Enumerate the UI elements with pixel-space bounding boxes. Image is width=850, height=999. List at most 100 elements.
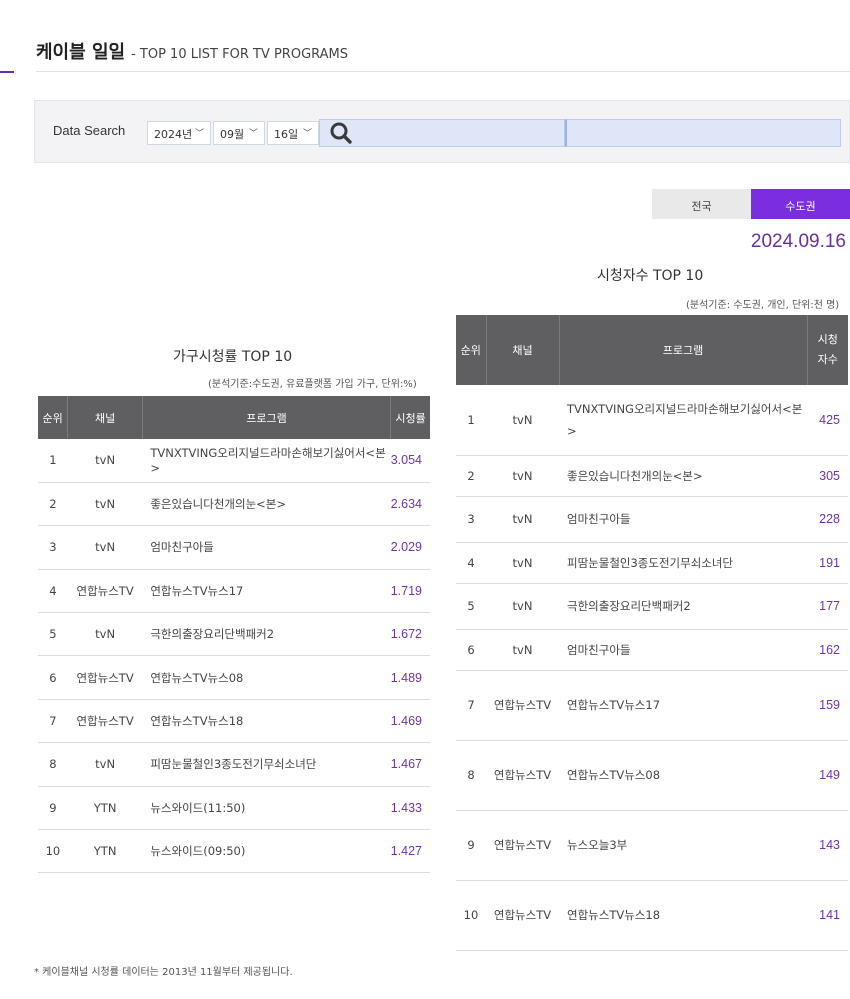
cell-value: 162 [807, 629, 848, 671]
household-table-title: 가구시청률 TOP 10 [173, 349, 293, 365]
cell-rank: 6 [38, 655, 68, 700]
household-table-body: 1 tvN TVNXTVING오리지널드라마손해보기싫어서<본> 3.054 2 tvN 좋… [38, 439, 430, 874]
table-row: 5 tvN 극한의출장요리단백패커2 177 [456, 583, 848, 630]
table-row: 8 연합뉴스TV 연합뉴스TV뉴스08 149 [456, 740, 848, 811]
table-row: 6 tvN 엄마친구아들 162 [456, 629, 848, 671]
cell-value: 425 [807, 385, 848, 456]
header-rank: 순위 [456, 315, 486, 385]
cell-value: 228 [807, 496, 848, 543]
cell-rank: 8 [38, 742, 68, 787]
cell-rank: 2 [38, 482, 68, 527]
year-select[interactable]: 2024년 ﹀ [147, 121, 211, 145]
selected-date: 2024.09.16 [750, 231, 846, 252]
cell-rank: 3 [456, 496, 486, 543]
chevron-down-icon: ﹀ [248, 129, 258, 139]
tab-capital-area[interactable]: 수도권 [751, 189, 850, 219]
cell-rank: 10 [456, 880, 486, 951]
cell-program: 연합뉴스TV뉴스17 [559, 670, 807, 741]
search-field-right[interactable] [565, 119, 841, 147]
footnote: * 케이블채널 시청률 데이터는 2013년 11월부터 제공됩니다. [34, 967, 293, 978]
table-row: 8 tvN 피땀눈물철인3종도전기무쇠소녀단 1.467 [38, 742, 430, 787]
cell-program: 피땀눈물철인3종도전기무쇠소녀단 [142, 742, 391, 787]
cell-program: 엄마친구아들 [559, 496, 807, 543]
cell-rank: 9 [456, 810, 486, 881]
cell-value: 2.634 [390, 482, 430, 527]
cell-program: 극한의출장요리단백패커2 [559, 583, 807, 630]
cell-rank: 10 [38, 829, 68, 874]
cell-channel: YTN [67, 829, 143, 874]
cell-value: 3.054 [390, 439, 430, 483]
table-row: 4 연합뉴스TV 연합뉴스TV뉴스17 1.719 [38, 569, 430, 614]
cell-rank: 1 [38, 439, 68, 483]
cell-program: TVNXTVING오리지널드라마손해보기싫어서<본> [559, 385, 807, 456]
page-subtitle: - TOP 10 LIST FOR TV PROGRAMS [131, 47, 349, 62]
month-select-value: 09월 [220, 128, 245, 141]
cell-value: 191 [807, 542, 848, 584]
cell-value: 1.672 [390, 612, 430, 657]
cell-channel: 연합뉴스TV [486, 880, 559, 951]
cell-value: 2.029 [390, 525, 430, 570]
table-row: 10 연합뉴스TV 연합뉴스TV뉴스18 141 [456, 880, 848, 951]
data-search-label: Data Search [53, 123, 126, 138]
cell-channel: 연합뉴스TV [486, 740, 559, 811]
cell-rank: 4 [38, 569, 68, 614]
cell-rank: 3 [38, 525, 68, 570]
cell-program: 극한의출장요리단백패커2 [142, 612, 391, 657]
cell-channel: 연합뉴스TV [67, 699, 143, 744]
cell-channel: 연합뉴스TV [486, 670, 559, 741]
cell-program: 연합뉴스TV뉴스17 [142, 569, 391, 614]
household-table-note: (분석기준:수도권, 유료플랫폼 가입 가구, 단위:%) [208, 379, 417, 390]
cell-program: 뉴스와이드(11:50) [142, 786, 391, 831]
chevron-down-icon: ﹀ [194, 129, 204, 139]
header-channel: 채널 [485, 315, 559, 385]
table-row: 3 tvN 엄마친구아들 228 [456, 496, 848, 543]
day-select[interactable]: 16일 ﹀ [267, 121, 319, 145]
cell-value: 1.467 [390, 742, 430, 787]
viewers-table-note: (분석기준: 수도권, 개인, 단위:천 명) [686, 300, 840, 311]
cell-value: 1.489 [390, 655, 430, 700]
cell-program: 뉴스오늘3부 [559, 810, 807, 881]
cell-program: 뉴스와이드(09:50) [142, 829, 391, 874]
cell-program: 좋은있습니다천개의눈<본> [559, 455, 807, 497]
cell-channel: 연합뉴스TV [486, 810, 559, 881]
cell-value: 305 [807, 455, 848, 497]
header-program: 프로그램 [141, 396, 391, 439]
table-row: 2 tvN 좋은있습니다천개의눈<본> 2.634 [38, 482, 430, 527]
cell-channel: tvN [486, 542, 559, 584]
cell-value: 177 [807, 583, 848, 630]
cell-value: 1.433 [390, 786, 430, 831]
cell-channel: tvN [67, 612, 143, 657]
header-viewers: 시청자수 [806, 315, 848, 385]
cell-value: 1.469 [390, 699, 430, 744]
table-row: 7 연합뉴스TV 연합뉴스TV뉴스17 159 [456, 670, 848, 741]
table-header-row: 순위 채널 프로그램 시청자수 [456, 315, 848, 385]
cell-program: 연합뉴스TV뉴스08 [142, 655, 391, 700]
page-title-row: 케이블 일일 - TOP 10 LIST FOR TV PROGRAMS [36, 38, 348, 68]
search-button[interactable] [327, 120, 357, 146]
cell-rank: 2 [456, 455, 486, 497]
month-select[interactable]: 09월 ﹀ [213, 121, 265, 145]
cell-value: 1.719 [390, 569, 430, 614]
table-row: 10 YTN 뉴스와이드(09:50) 1.427 [38, 829, 430, 874]
tab-nationwide[interactable]: 전국 [652, 189, 751, 219]
household-ratings-table: 순위 채널 프로그램 시청률 1 tvN TVNXTVING오리지널드라마손해보기싫… [38, 396, 430, 874]
cell-rank: 7 [38, 699, 68, 744]
table-row: 9 YTN 뉴스와이드(11:50) 1.433 [38, 786, 430, 831]
cell-value: 1.427 [390, 829, 430, 874]
cell-rank: 9 [38, 786, 68, 831]
header-program: 프로그램 [558, 315, 807, 385]
header-channel: 채널 [67, 396, 143, 439]
cell-program: 엄마친구아들 [559, 629, 807, 671]
table-row: 9 연합뉴스TV 뉴스오늘3부 143 [456, 810, 848, 881]
cell-rank: 6 [456, 629, 486, 671]
cell-program: 피땀눈물철인3종도전기무쇠소녀단 [559, 542, 807, 584]
table-row: 1 tvN TVNXTVING오리지널드라마손해보기싫어서<본> 425 [456, 385, 848, 456]
cell-channel: tvN [67, 439, 143, 483]
cell-program: 연합뉴스TV뉴스18 [559, 880, 807, 951]
table-row: 2 tvN 좋은있습니다천개의눈<본> 305 [456, 455, 848, 497]
table-row: 6 연합뉴스TV 연합뉴스TV뉴스08 1.489 [38, 655, 430, 700]
title-accent-bar [0, 71, 14, 73]
page-title: 케이블 일일 [36, 42, 126, 63]
header-rating: 시청률 [390, 396, 430, 439]
table-row: 3 tvN 엄마친구아들 2.029 [38, 525, 430, 570]
